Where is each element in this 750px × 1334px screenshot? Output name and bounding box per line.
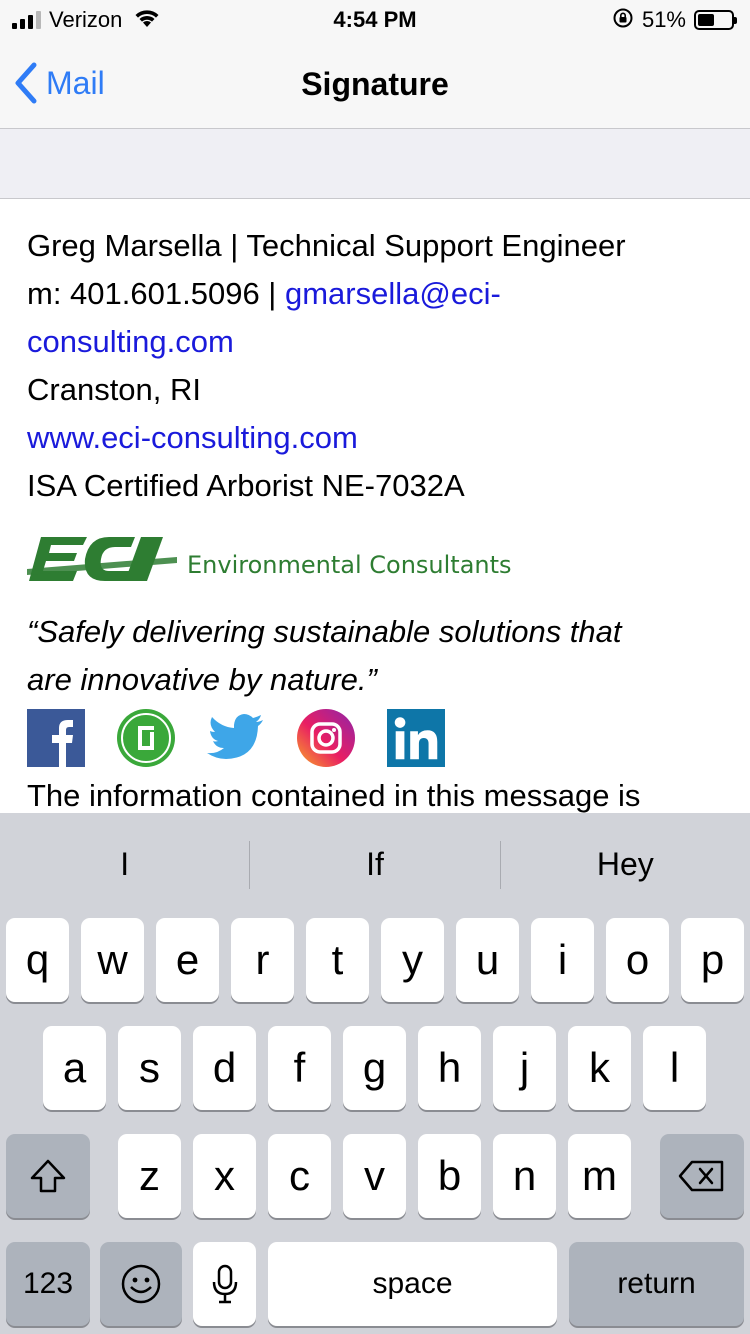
- key-k[interactable]: k: [568, 1026, 631, 1110]
- key-t[interactable]: t: [306, 918, 369, 1002]
- key-j[interactable]: j: [493, 1026, 556, 1110]
- eci-logo: Environmental Consultants: [27, 510, 732, 608]
- key-b[interactable]: b: [418, 1134, 481, 1218]
- email-link-part2[interactable]: consulting.com: [27, 324, 234, 359]
- logo-text: Environmental Consultants: [187, 551, 512, 579]
- section-header: [0, 129, 750, 199]
- social-icons: [27, 706, 732, 770]
- status-right: 51%: [612, 7, 737, 34]
- website-line: www.eci-consulting.com: [27, 414, 732, 462]
- navigation-bar: Mail Signature: [0, 40, 750, 129]
- return-key[interactable]: return: [569, 1242, 744, 1326]
- status-bar: Verizon 4:54 PM 51%: [0, 0, 750, 40]
- signature-phone-line: m: 401.601.5096 | gmarsella@eci-: [27, 270, 732, 318]
- eci-logo-mark: [27, 537, 177, 581]
- numbers-key[interactable]: 123: [6, 1242, 90, 1326]
- key-f[interactable]: f: [268, 1026, 331, 1110]
- signature-editor[interactable]: Greg Marsella | Technical Support Engine…: [27, 222, 732, 820]
- key-c[interactable]: c: [268, 1134, 331, 1218]
- dictation-key[interactable]: [193, 1242, 256, 1326]
- key-m[interactable]: m: [568, 1134, 631, 1218]
- twitter-icon[interactable]: [207, 709, 265, 767]
- emoji-icon: [121, 1264, 161, 1304]
- key-u[interactable]: u: [456, 918, 519, 1002]
- key-g[interactable]: g: [343, 1026, 406, 1110]
- key-e[interactable]: e: [156, 918, 219, 1002]
- suggestion-3[interactable]: Hey: [501, 846, 750, 883]
- predictive-bar: I If Hey: [0, 813, 750, 916]
- key-h[interactable]: h: [418, 1026, 481, 1110]
- delete-key[interactable]: [660, 1134, 744, 1218]
- tagline-line-2: are innovative by nature.”: [27, 662, 377, 697]
- emoji-key[interactable]: [100, 1242, 182, 1326]
- signature-name-line: Greg Marsella | Technical Support Engine…: [27, 228, 626, 263]
- key-w[interactable]: w: [81, 918, 144, 1002]
- page-title: Signature: [301, 66, 449, 102]
- shift-key[interactable]: [6, 1134, 90, 1218]
- battery-fill: [698, 14, 715, 26]
- key-d[interactable]: d: [193, 1026, 256, 1110]
- email-line: consulting.com: [27, 318, 732, 366]
- location-line: Cranston, RI: [27, 372, 202, 407]
- backspace-icon: [678, 1160, 724, 1192]
- rotation-lock-icon: [612, 7, 634, 34]
- key-p[interactable]: p: [681, 918, 744, 1002]
- battery-percent: 51%: [641, 7, 686, 32]
- key-s[interactable]: s: [118, 1026, 181, 1110]
- linkedin-icon[interactable]: [387, 709, 445, 767]
- shift-icon: [30, 1159, 66, 1193]
- suggestion-1[interactable]: I: [0, 846, 249, 883]
- key-q[interactable]: q: [6, 918, 69, 1002]
- suggestion-2[interactable]: If: [250, 846, 499, 883]
- microphone-icon: [212, 1264, 237, 1304]
- keyboard: I If Hey q w e r t y u i o p a s d f g h j k l z x c v b n m 123 sp…: [0, 813, 750, 1334]
- tagline-line-1: “Safely delivering sustainable solutions…: [27, 614, 622, 649]
- key-n[interactable]: n: [493, 1134, 556, 1218]
- glassdoor-icon[interactable]: [117, 709, 175, 767]
- key-l[interactable]: l: [643, 1026, 706, 1110]
- email-link-part1[interactable]: gmarsella@eci-: [285, 276, 501, 311]
- certification-line: ISA Certified Arborist NE-7032A: [27, 468, 465, 503]
- phone-text: m: 401.601.5096 |: [27, 276, 285, 311]
- key-r[interactable]: r: [231, 918, 294, 1002]
- key-v[interactable]: v: [343, 1134, 406, 1218]
- key-o[interactable]: o: [606, 918, 669, 1002]
- website-link[interactable]: www.eci-consulting.com: [27, 420, 358, 455]
- key-a[interactable]: a: [43, 1026, 106, 1110]
- key-i[interactable]: i: [531, 918, 594, 1002]
- key-x[interactable]: x: [193, 1134, 256, 1218]
- facebook-icon[interactable]: [27, 709, 85, 767]
- instagram-icon[interactable]: [297, 709, 355, 767]
- space-key[interactable]: space: [268, 1242, 557, 1326]
- battery-icon: [694, 10, 737, 30]
- key-z[interactable]: z: [118, 1134, 181, 1218]
- key-y[interactable]: y: [381, 918, 444, 1002]
